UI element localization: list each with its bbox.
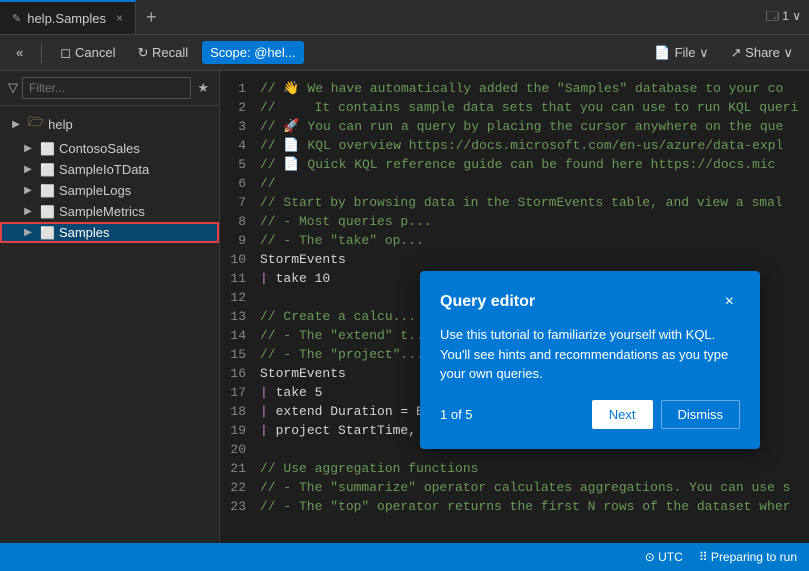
- expand-icon: ▶: [8, 119, 24, 130]
- expand-icon-2: ▶: [20, 164, 36, 175]
- utc-indicator: ⊙ UTC: [645, 550, 683, 564]
- query-editor-popup: Query editor × Use this tutorial to fami…: [420, 271, 760, 449]
- tab-bar: ✎ help.Samples × + 🗔 1 ∨: [0, 0, 809, 35]
- tree-label-4: SampleMetrics: [59, 204, 145, 219]
- expand-icon-3: ▶: [20, 185, 36, 196]
- popup-close-button[interactable]: ×: [719, 291, 740, 313]
- tree-container: ▶ 🗁 help ▶ ⬜ ContosoSales ▶ ⬜ SampleIoTD…: [0, 106, 219, 543]
- cancel-button[interactable]: ◻ Cancel: [52, 41, 123, 65]
- chevrons-icon: «: [16, 45, 23, 60]
- table-icon-4: ⬜: [40, 205, 55, 219]
- active-tab[interactable]: ✎ help.Samples ×: [0, 0, 136, 34]
- tree-item-samplemetrics[interactable]: ▶ ⬜ SampleMetrics: [0, 201, 219, 222]
- bookmark-icon[interactable]: ★: [195, 78, 211, 98]
- table-icon-5: ⬜: [40, 226, 55, 240]
- tree-label-1: ContosoSales: [59, 141, 140, 156]
- recall-button[interactable]: ↻ Recall: [130, 41, 197, 65]
- file-button[interactable]: 📄 File ∨: [646, 41, 716, 65]
- tab-controls: 🗔 1 ∨: [766, 7, 809, 28]
- folder-icon: 🗁: [28, 113, 44, 135]
- tree-label-5: Samples: [59, 225, 110, 240]
- popup-counter: 1 of 5: [440, 407, 473, 422]
- expand-icon-4: ▶: [20, 206, 36, 217]
- chevrons-button[interactable]: «: [8, 41, 31, 64]
- line-numbers: 1234567891011121314151617181920212223: [220, 71, 252, 543]
- editor-area[interactable]: 1234567891011121314151617181920212223 //…: [220, 71, 809, 543]
- filter-bar: ▽ ★: [0, 71, 219, 106]
- tree-root-label: help: [48, 117, 73, 132]
- popup-header: Query editor ×: [440, 291, 740, 313]
- filter-input[interactable]: [22, 77, 191, 99]
- sidebar: ▽ ★ ▶ 🗁 help ▶ ⬜ ContosoSales ▶ ⬜ Sample…: [0, 71, 220, 543]
- table-icon-3: ⬜: [40, 184, 55, 198]
- tree-item-samples[interactable]: ▶ ⬜ Samples: [0, 222, 219, 243]
- popup-body: Use this tutorial to familiarize yoursel…: [440, 325, 740, 384]
- share-button[interactable]: ↗ Share ∨: [723, 41, 801, 65]
- popup-title: Query editor: [440, 293, 535, 311]
- toolbar: « ◻ Cancel ↻ Recall Scope: @hel... 📄 Fil…: [0, 35, 809, 71]
- tab-label: help.Samples: [27, 11, 106, 26]
- next-button[interactable]: Next: [592, 400, 653, 429]
- tree-label-3: SampleLogs: [59, 183, 131, 198]
- new-tab-button[interactable]: +: [136, 7, 167, 28]
- file-icon: 📄: [654, 45, 670, 61]
- expand-icon-1: ▶: [20, 143, 36, 154]
- tree-item-samplelogs[interactable]: ▶ ⬜ SampleLogs: [0, 180, 219, 201]
- popup-footer: 1 of 5 Next Dismiss: [440, 400, 740, 429]
- tree-root-help[interactable]: ▶ 🗁 help: [0, 110, 219, 138]
- table-icon-2: ⬜: [40, 163, 55, 177]
- tree-item-sampleiotdata[interactable]: ▶ ⬜ SampleIoTData: [0, 159, 219, 180]
- filter-funnel-icon: ▽: [8, 80, 18, 96]
- main-area: ▽ ★ ▶ 🗁 help ▶ ⬜ ContosoSales ▶ ⬜ Sample…: [0, 71, 809, 543]
- toolbar-separator-1: [41, 43, 42, 63]
- status-bar: ⊙ UTC ⠿ Preparing to run: [0, 543, 809, 571]
- tab-close-button[interactable]: ×: [116, 11, 123, 25]
- popup-buttons: Next Dismiss: [592, 400, 740, 429]
- tab-icon: ✎: [12, 12, 21, 25]
- table-icon-1: ⬜: [40, 142, 55, 156]
- preparing-indicator: ⠿ Preparing to run: [699, 550, 797, 564]
- dismiss-button[interactable]: Dismiss: [661, 400, 741, 429]
- cancel-icon: ◻: [60, 45, 71, 61]
- tree-item-contososales[interactable]: ▶ ⬜ ContosoSales: [0, 138, 219, 159]
- expand-icon-5: ▶: [20, 227, 36, 238]
- scope-button[interactable]: Scope: @hel...: [202, 41, 303, 64]
- tree-label-2: SampleIoTData: [59, 162, 149, 177]
